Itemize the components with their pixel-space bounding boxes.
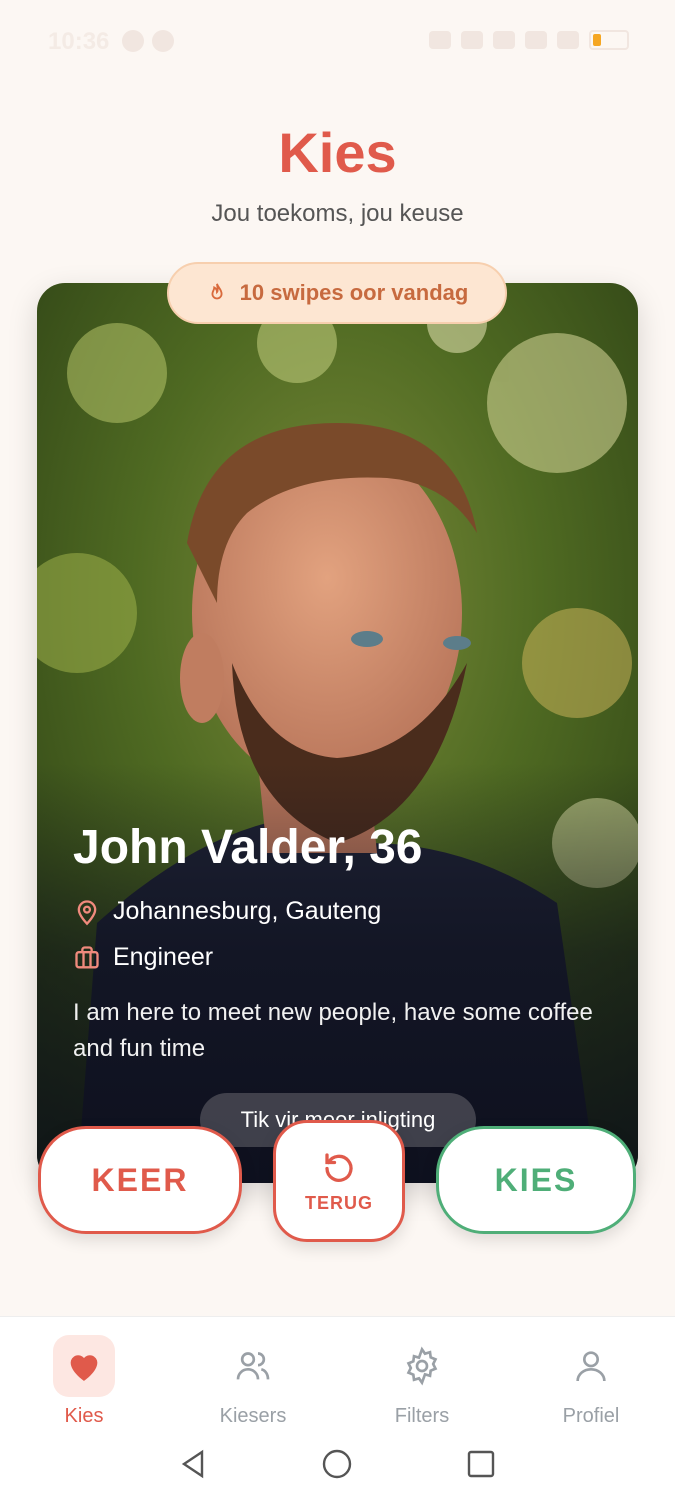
nav-item-profiel[interactable]: Profiel <box>531 1335 651 1428</box>
briefcase-icon <box>75 945 99 968</box>
like-button[interactable]: KIES <box>436 1126 636 1234</box>
swipes-remaining-badge: 10 swipes oor vandag <box>167 262 507 324</box>
nav-label-kies: Kies <box>64 1405 104 1427</box>
eye-icon <box>429 31 451 49</box>
system-nav-bar <box>0 1426 675 1500</box>
bottom-nav: Kies Kiesers Filters Profiel <box>0 1316 675 1428</box>
flame-icon <box>211 283 223 300</box>
message-icon <box>152 30 174 52</box>
home-icon[interactable] <box>321 1448 353 1480</box>
nav-label-filters: Filters <box>394 1405 450 1427</box>
heart-icon <box>70 1355 98 1381</box>
nfc-icon <box>461 31 483 49</box>
undo-label: TERUG <box>305 1192 373 1213</box>
nav-icon-wrap <box>560 1335 622 1397</box>
undo-icon <box>325 1152 353 1182</box>
recent-apps-icon[interactable] <box>465 1448 497 1480</box>
users-icon <box>236 1352 270 1380</box>
nav-item-filters[interactable]: Filters <box>362 1335 482 1428</box>
profile-location: Johannesburg, Gauteng <box>113 897 382 925</box>
status-system-icons <box>429 30 629 50</box>
profile-location-row: Johannesburg, Gauteng <box>73 897 381 926</box>
battery-icon <box>589 30 629 50</box>
wifi-icon <box>525 31 547 49</box>
profile-card[interactable]: John Valder, 36 Johannesburg, Gauteng En… <box>37 283 638 1183</box>
nav-label-profiel: Profiel <box>562 1405 620 1427</box>
profile-bio: I am here to meet new people, have some … <box>73 999 593 1062</box>
back-icon[interactable] <box>178 1448 210 1480</box>
status-bar: 10:36 <box>0 0 675 80</box>
nav-icon-wrap <box>391 1335 453 1397</box>
signal-icon <box>557 31 579 49</box>
swipes-remaining-text: 10 swipes oor vandag <box>239 280 469 305</box>
app-title: Kies <box>278 121 397 184</box>
nav-icon-wrap <box>53 1335 115 1397</box>
gear-icon <box>406 1346 438 1386</box>
nav-label-kiesers: Kiesers <box>219 1405 287 1427</box>
status-notification-icons <box>122 30 174 52</box>
app-subtitle: Jou toekoms, jou keuse <box>211 200 464 227</box>
status-time: 10:36 <box>48 28 110 55</box>
profile-occupation: Engineer <box>113 943 214 971</box>
profile-name-age: John Valder, 36 <box>73 821 423 874</box>
nav-icon-wrap <box>222 1335 284 1397</box>
reject-button[interactable]: KEER <box>38 1126 242 1234</box>
undo-button[interactable]: TERUG <box>273 1120 405 1242</box>
location-pin-icon <box>77 899 97 925</box>
bluetooth-icon <box>493 31 515 49</box>
nav-item-kiesers[interactable]: Kiesers <box>193 1335 313 1428</box>
nav-item-kies[interactable]: Kies <box>24 1335 144 1428</box>
person-icon <box>576 1351 606 1382</box>
profile-job-row: Engineer <box>73 943 213 972</box>
facebook-icon <box>122 30 144 52</box>
